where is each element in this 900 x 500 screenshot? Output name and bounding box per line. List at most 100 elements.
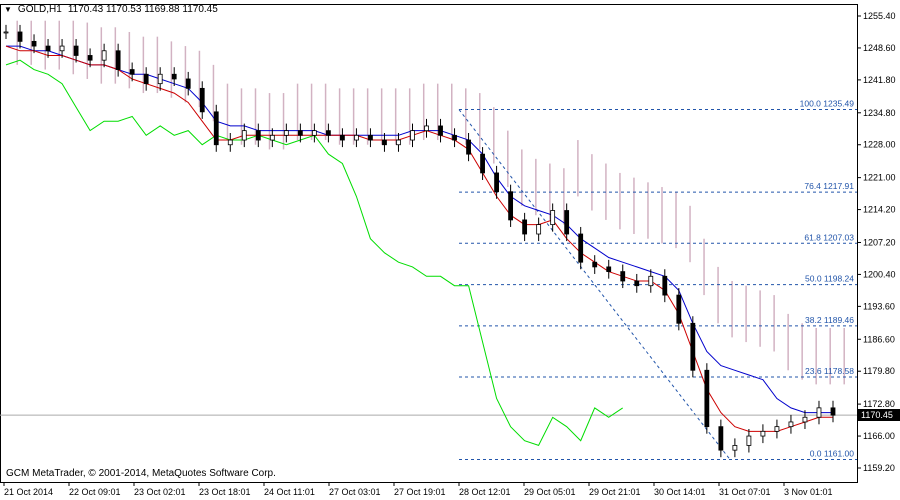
- candle-body: [592, 261, 598, 268]
- candle-body: [550, 210, 556, 226]
- candle-body: [115, 50, 121, 70]
- candle-body: [620, 271, 626, 282]
- candle-body: [466, 139, 471, 155]
- candle-body: [760, 430, 766, 437]
- x-axis-label: 27 Oct 19:01: [394, 487, 446, 497]
- candle-body: [606, 266, 612, 273]
- x-axis-label: 23 Oct 18:01: [199, 487, 251, 497]
- chart-header: ▼ GOLD,H1 1170.43 1170.53 1169.88 1170.4…: [4, 4, 218, 15]
- x-axis-label: 29 Oct 21:01: [589, 487, 641, 497]
- candle-body: [185, 78, 191, 89]
- candle-body: [143, 73, 149, 85]
- candle-body: [522, 219, 528, 235]
- candle-body: [157, 73, 163, 85]
- y-axis-label: 1186.60: [863, 334, 895, 344]
- candle-body: [634, 280, 640, 287]
- candle-body: [536, 224, 542, 235]
- x-axis-label: 24 Oct 11:01: [264, 487, 315, 497]
- x-axis-label: 29 Oct 05:01: [524, 487, 576, 497]
- candle-body: [774, 426, 780, 432]
- candle-body: [73, 45, 79, 56]
- y-axis-label: 1207.20: [863, 237, 896, 247]
- candle-body: [171, 73, 177, 80]
- candle-body: [255, 130, 261, 141]
- candle-body: [31, 40, 37, 47]
- y-axis-label: 1172.80: [863, 399, 895, 409]
- candle-body: [662, 275, 668, 296]
- candle-body: [480, 153, 485, 174]
- ohlc-values: 1170.43 1170.53 1169.88 1170.45: [67, 4, 218, 15]
- candle-body: [283, 130, 289, 136]
- fibo-level-label: 61.8 1207.03: [804, 232, 854, 242]
- y-axis-label: 1255.40: [863, 11, 896, 21]
- candle-body: [382, 139, 387, 146]
- chart-plot[interactable]: 1255.40 1248.60 1241.80 1234.80 1228.00 1221.…: [0, 0, 900, 500]
- candle-body: [3, 31, 9, 34]
- candle-body: [494, 172, 499, 193]
- chikou-line: [5, 59, 623, 447]
- y-axis-label: 1234.80: [863, 108, 896, 118]
- candle-body: [17, 31, 23, 42]
- x-axis-label: 3 Nov 01:01: [784, 487, 833, 497]
- fibo-level-label: 0.0 1161.00: [810, 449, 855, 459]
- y-axis-label: 1214.20: [863, 205, 896, 215]
- y-axis-label: 1166.00: [863, 431, 895, 441]
- candle-body: [648, 275, 654, 287]
- x-axis-label: 23 Oct 02:01: [134, 487, 186, 497]
- candle-body: [340, 134, 345, 141]
- candle-body: [396, 139, 401, 146]
- fibo-level-label: 100.0 1235.49: [800, 99, 855, 109]
- candle-body: [508, 191, 514, 221]
- x-axis-label: 28 Oct 12:01: [459, 487, 511, 497]
- candle-body: [354, 134, 359, 141]
- fibo-level-label: 23.6 1178.58: [805, 366, 854, 376]
- candle-body: [199, 87, 205, 113]
- candle-body: [129, 69, 135, 75]
- kijun-line: [6, 45, 833, 414]
- symbol-label: GOLD,H1: [17, 4, 62, 15]
- x-axis-label: 31 Oct 07:01: [719, 487, 771, 497]
- fibo-level-label: 38.2 1189.46: [805, 315, 854, 325]
- y-axis-label: 1241.80: [863, 75, 896, 85]
- candle-body: [704, 369, 710, 428]
- candle-body: [676, 294, 682, 324]
- candle-body: [732, 445, 738, 451]
- candle-body: [269, 134, 275, 141]
- y-axis-label: 1228.00: [863, 140, 896, 150]
- candle-body: [410, 130, 415, 141]
- y-axis-label: 1179.80: [863, 366, 895, 376]
- fibo-level-label: 50.0 1198.24: [805, 274, 854, 284]
- fibo-level-label: 76.4 1217.91: [804, 181, 854, 191]
- candle-body: [311, 130, 317, 136]
- candle-body: [830, 407, 836, 416]
- candle-body: [718, 426, 724, 451]
- y-axis-label: 1221.00: [863, 173, 896, 183]
- x-axis-label: 30 Oct 14:01: [654, 487, 706, 497]
- candle-body: [788, 421, 794, 428]
- candle-body: [45, 45, 51, 52]
- candle-body: [59, 45, 65, 52]
- candle-body: [368, 134, 373, 141]
- candle-body: [213, 111, 219, 146]
- current-price-tag: 1170.45: [858, 409, 900, 422]
- x-axis-label: 21 Oct 2014: [4, 487, 53, 497]
- copyright-text: GCM MetaTrader, © 2001-2014, MetaQuotes …: [6, 468, 276, 479]
- dropdown-arrow-icon[interactable]: ▼: [4, 5, 12, 14]
- candle-body: [101, 50, 107, 61]
- candle-body: [87, 55, 93, 61]
- candle-body: [297, 130, 303, 136]
- y-axis-label: 1248.60: [863, 43, 896, 53]
- candle-body: [227, 139, 233, 146]
- candle-body: [438, 125, 443, 136]
- chart-window[interactable]: 1255.40 1248.60 1241.80 1234.80 1228.00 1221.…: [0, 0, 900, 500]
- x-axis-label: 22 Oct 09:01: [69, 487, 121, 497]
- candle-body: [452, 134, 457, 141]
- candle-body: [690, 322, 696, 371]
- y-axis-label: 1193.60: [863, 301, 895, 311]
- candle-body: [802, 416, 808, 423]
- candle-body: [746, 435, 752, 446]
- candle-body: [564, 210, 570, 235]
- candle-body: [424, 125, 429, 132]
- y-axis-label: 1159.20: [863, 463, 895, 473]
- candle-body: [578, 233, 584, 263]
